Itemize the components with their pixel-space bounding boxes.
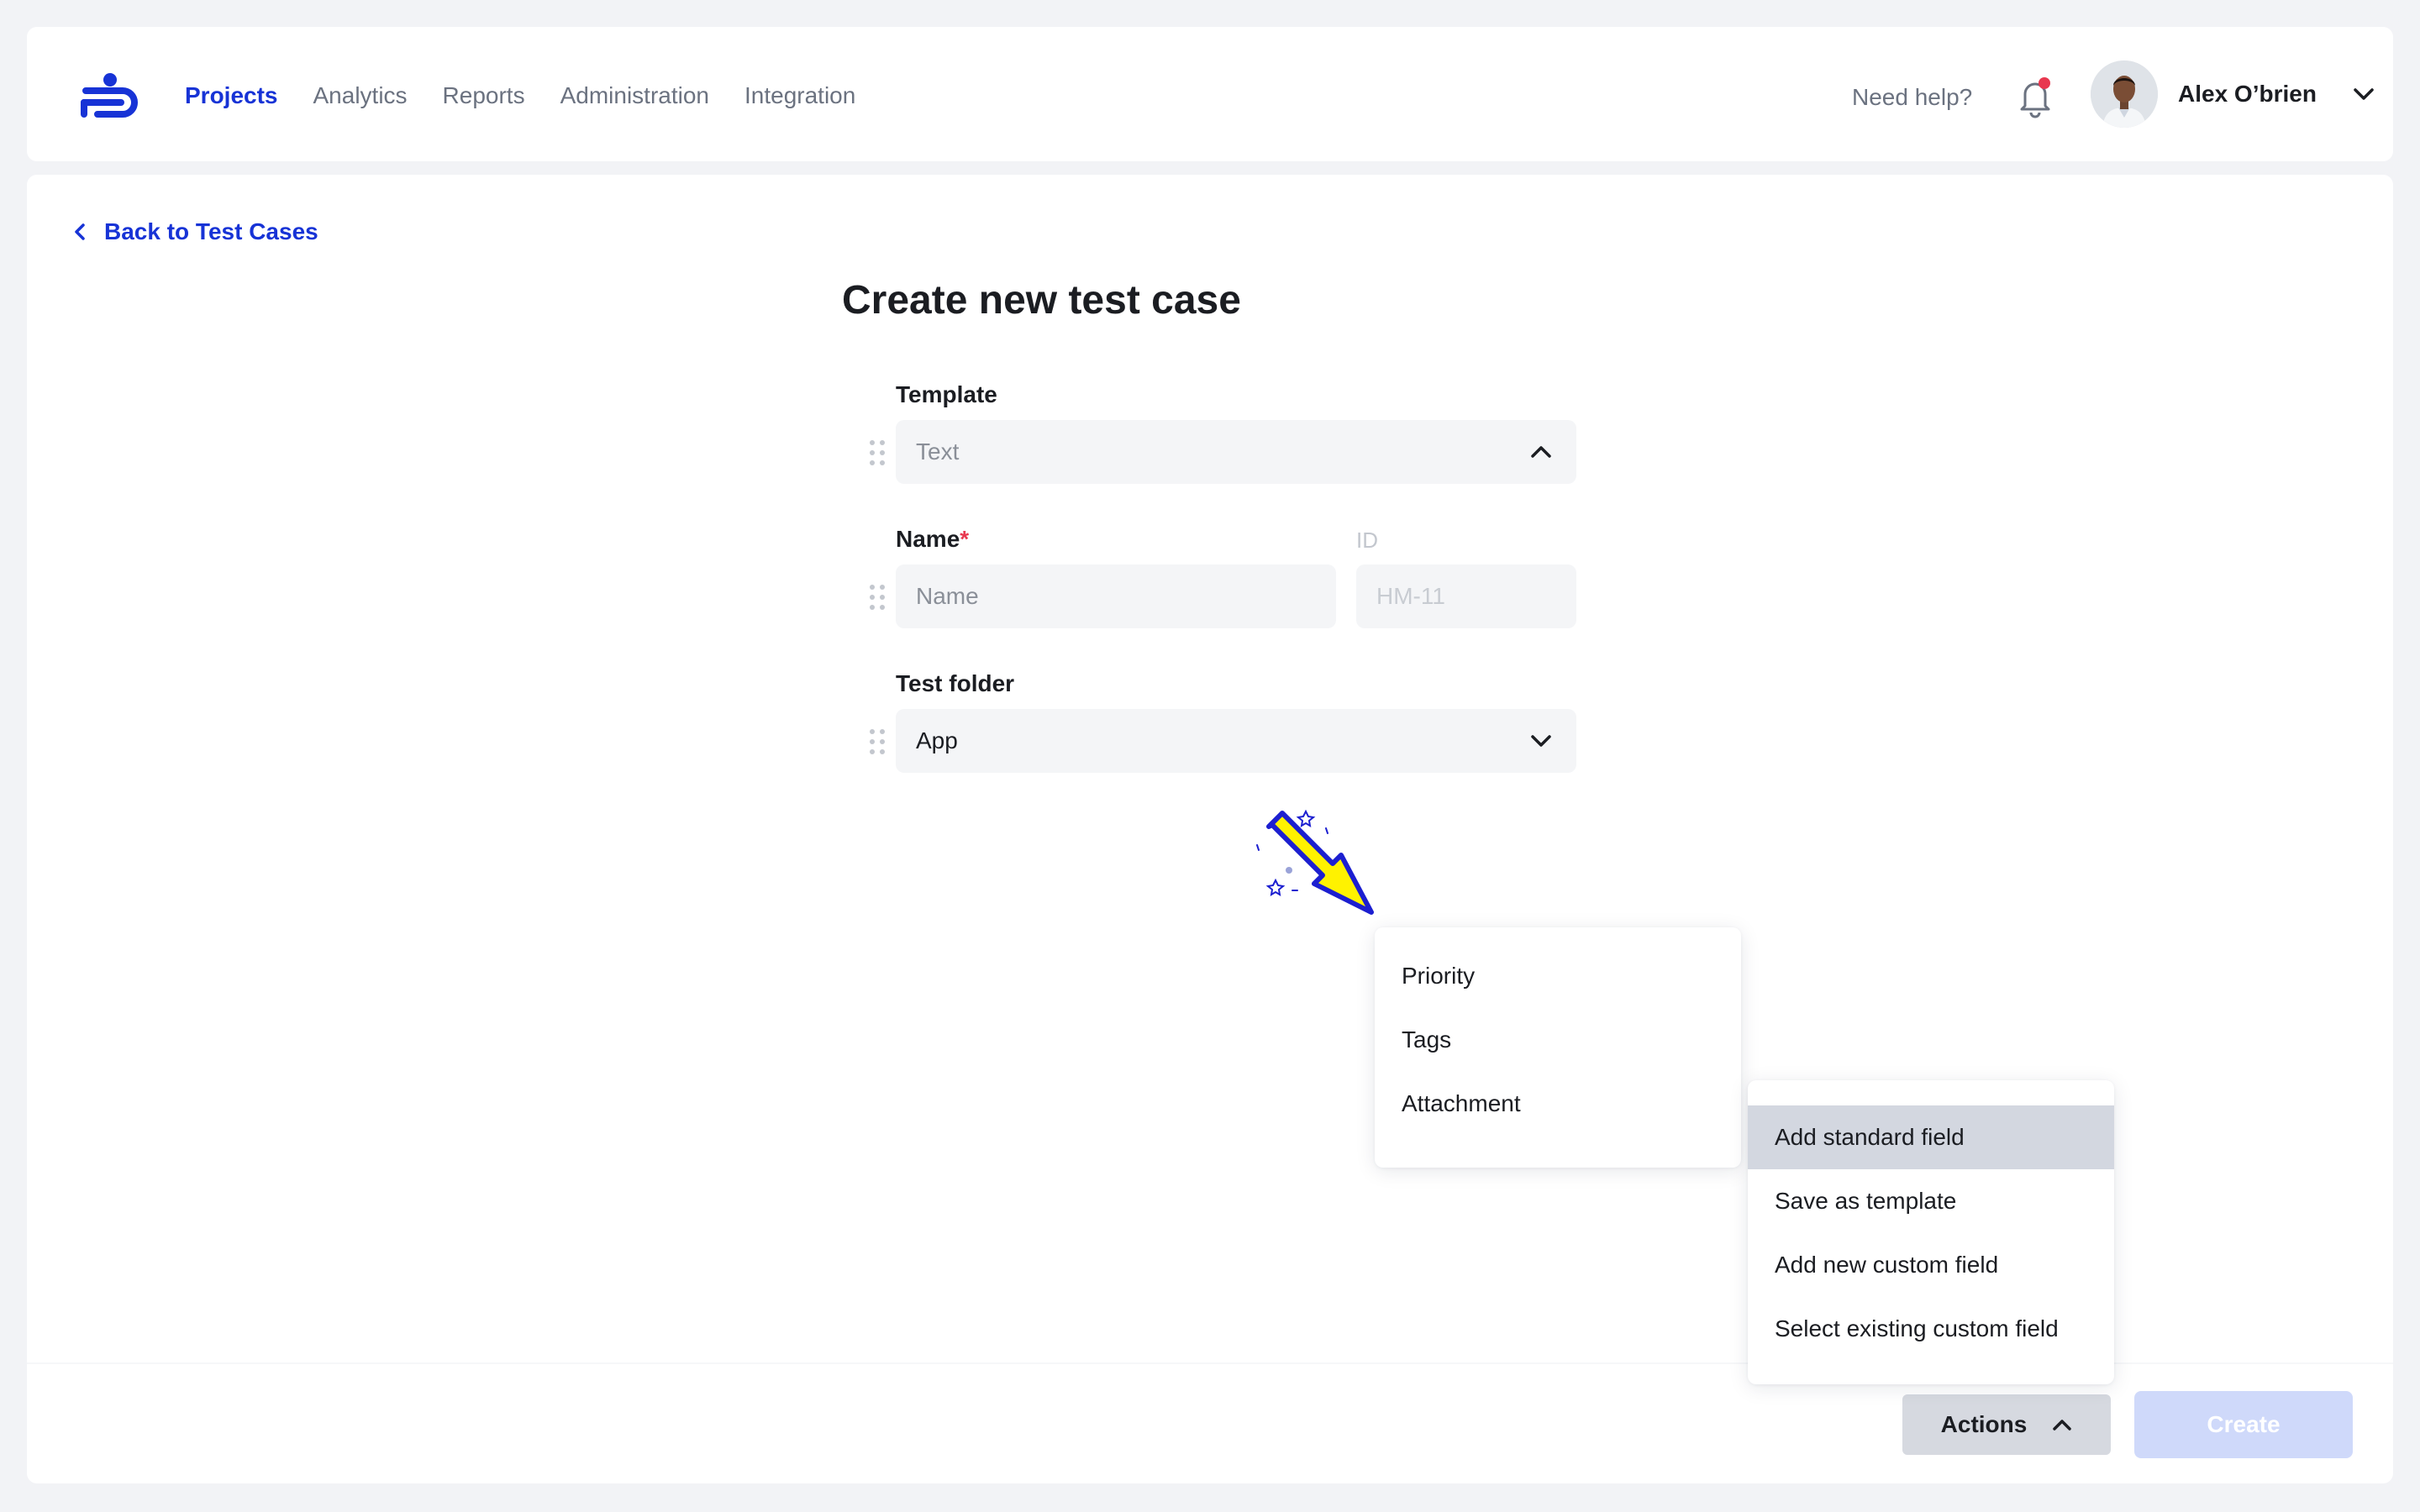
chevron-down-icon[interactable] xyxy=(2353,86,2375,102)
actions-menu: Add standard field Save as template Add … xyxy=(1748,1080,2114,1384)
test-folder-select[interactable]: App xyxy=(896,709,1576,773)
name-label-text: Name xyxy=(896,526,960,552)
app-logo-icon[interactable] xyxy=(81,72,139,118)
name-label: Name* xyxy=(896,526,969,553)
menu-item-save-as-template[interactable]: Save as template xyxy=(1748,1169,2114,1233)
chevron-left-icon xyxy=(75,223,85,240)
avatar[interactable] xyxy=(2091,60,2158,128)
actions-button[interactable]: Actions xyxy=(1902,1394,2111,1455)
template-label: Template xyxy=(896,381,997,407)
template-select[interactable]: Text xyxy=(896,420,1576,484)
drag-handle-icon[interactable] xyxy=(867,438,887,467)
nav-projects[interactable]: Projects xyxy=(185,76,278,116)
chevron-down-icon xyxy=(1531,735,1551,747)
back-link[interactable]: Back to Test Cases xyxy=(74,218,318,245)
menu-item-select-existing-custom-field[interactable]: Select existing custom field xyxy=(1748,1297,2114,1361)
name-input-placeholder: Name xyxy=(916,583,979,609)
id-label: ID xyxy=(1356,528,1378,553)
menu-item-add-standard-field[interactable]: Add standard field xyxy=(1748,1105,2114,1169)
menu-item-attachment[interactable]: Attachment xyxy=(1375,1072,1741,1136)
notification-dot xyxy=(2039,77,2050,89)
actions-button-label: Actions xyxy=(1940,1411,2028,1437)
id-input: HM-11 xyxy=(1356,564,1576,628)
menu-item-tags[interactable]: Tags xyxy=(1375,1008,1741,1072)
need-help-link[interactable]: Need help? xyxy=(1852,81,1972,114)
id-input-placeholder: HM-11 xyxy=(1376,583,1445,609)
create-button[interactable]: Create xyxy=(2134,1391,2353,1458)
template-select-value: Text xyxy=(916,438,960,465)
main-nav: Projects Analytics Reports Administratio… xyxy=(185,76,855,116)
drag-handle-icon[interactable] xyxy=(867,727,887,756)
menu-item-add-new-custom-field[interactable]: Add new custom field xyxy=(1748,1233,2114,1297)
chevron-up-icon xyxy=(1531,446,1551,458)
test-folder-value: App xyxy=(916,727,958,753)
menu-item-priority[interactable]: Priority xyxy=(1375,944,1741,1008)
drag-handle-icon[interactable] xyxy=(867,583,887,612)
name-input[interactable]: Name xyxy=(896,564,1336,628)
test-folder-label: Test folder xyxy=(896,670,1015,696)
nav-administration[interactable]: Administration xyxy=(560,76,709,116)
user-name[interactable]: Alex O’brien xyxy=(2178,77,2317,111)
required-mark: * xyxy=(960,526,970,552)
page-title: Create new test case xyxy=(842,278,1241,323)
notifications-button[interactable] xyxy=(2015,76,2055,119)
nav-reports[interactable]: Reports xyxy=(443,76,525,116)
nav-integration[interactable]: Integration xyxy=(744,76,855,116)
chevron-up-icon xyxy=(2053,1420,2072,1431)
pointer-arrow-icon xyxy=(1256,809,1374,915)
top-navigation-bar: Projects Analytics Reports Administratio… xyxy=(27,27,2393,161)
back-link-label: Back to Test Cases xyxy=(104,218,318,244)
nav-analytics[interactable]: Analytics xyxy=(313,76,408,116)
standard-field-menu: Priority Tags Attachment xyxy=(1375,927,1741,1168)
avatar-portrait-icon xyxy=(2091,60,2158,128)
